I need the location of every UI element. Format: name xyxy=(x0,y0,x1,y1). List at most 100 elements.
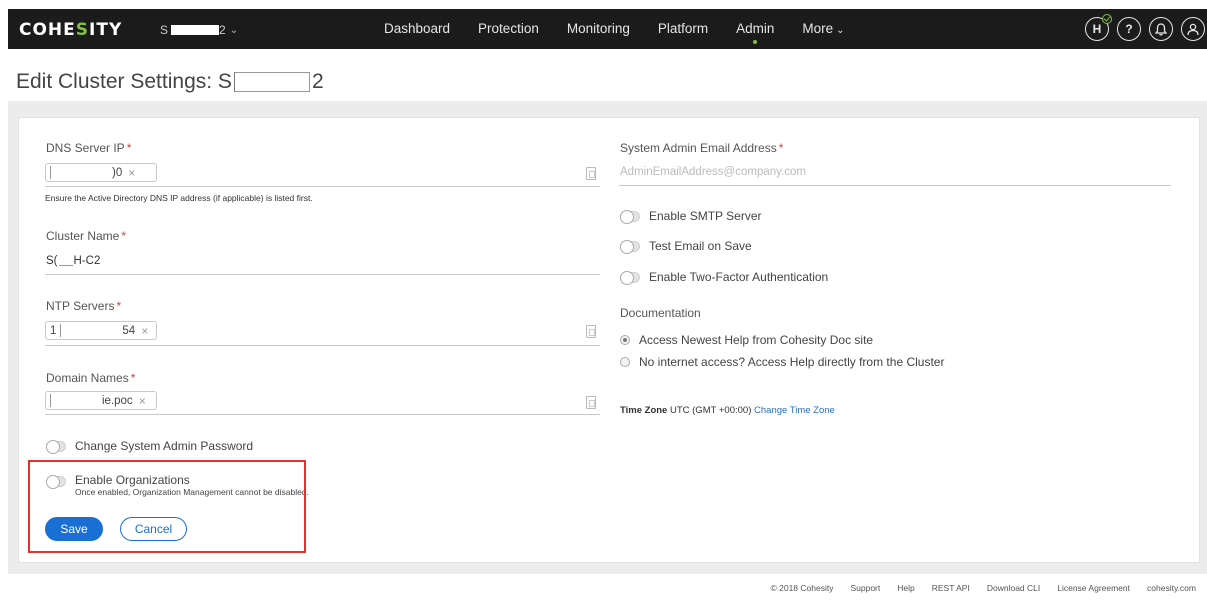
remove-chip-icon[interactable]: × xyxy=(141,324,148,338)
ntp-underline xyxy=(45,345,600,346)
dns-label-text: DNS Server IP xyxy=(46,141,125,155)
footer-copyright: © 2018 Cohesity xyxy=(770,583,834,593)
smtp-toggle[interactable] xyxy=(620,209,640,224)
required-marker: * xyxy=(130,371,136,385)
nav-admin[interactable]: Admin xyxy=(722,9,788,49)
ntp-label: NTP Servers * xyxy=(46,299,121,313)
dns-hint: Ensure the Active Directory DNS IP addre… xyxy=(45,193,313,203)
two-factor-label: Enable Two-Factor Authentication xyxy=(649,270,829,284)
helios-letter: H xyxy=(1092,22,1102,36)
doc-option-label: No internet access? Access Help directly… xyxy=(639,355,945,369)
cluster-name-suffix: 2 xyxy=(219,23,226,37)
nav-more-label: More xyxy=(802,21,834,36)
chevron-down-icon: ⌄ xyxy=(229,24,239,36)
cluster-name-input[interactable]: S( H-C2 xyxy=(46,255,100,267)
ntp-chip[interactable]: 1 54 × xyxy=(45,321,157,340)
footer-help-link[interactable]: Help xyxy=(897,583,914,593)
redacted-block xyxy=(50,394,102,407)
help-icon[interactable]: ? xyxy=(1117,17,1141,41)
notifications-icon[interactable] xyxy=(1149,17,1173,41)
required-marker: * xyxy=(778,141,784,155)
email-underline xyxy=(619,185,1171,186)
dns-chip[interactable]: )0 × xyxy=(45,163,157,182)
ntp-chip-prefix: 1 xyxy=(50,324,57,337)
remove-chip-icon[interactable]: × xyxy=(128,166,135,180)
main-nav: Dashboard Protection Monitoring Platform… xyxy=(370,9,859,49)
annotation-highlight-box xyxy=(28,460,306,553)
cluster-name-underline xyxy=(45,274,600,275)
footer-license-link[interactable]: License Agreement xyxy=(1057,583,1130,593)
change-password-toggle-row[interactable]: Change System Admin Password xyxy=(46,439,254,454)
doc-option-label: Access Newest Help from Cohesity Doc sit… xyxy=(639,333,874,347)
ntp-chip-value: 54 xyxy=(122,324,136,337)
change-timezone-link[interactable]: Change Time Zone xyxy=(754,405,835,416)
footer-cohesity-link[interactable]: cohesity.com xyxy=(1147,583,1196,593)
timezone-label: Time Zone xyxy=(620,405,668,416)
domain-label: Domain Names * xyxy=(46,371,135,385)
nav-dashboard[interactable]: Dashboard xyxy=(370,9,464,49)
required-marker: * xyxy=(116,299,122,313)
two-factor-toggle[interactable] xyxy=(620,270,640,285)
change-password-toggle[interactable] xyxy=(46,439,66,454)
nav-protection[interactable]: Protection xyxy=(464,9,553,49)
check-badge-icon xyxy=(1102,14,1112,24)
redacted-block xyxy=(58,256,73,266)
radio-unselected[interactable] xyxy=(620,357,630,367)
redacted-block xyxy=(60,324,123,337)
doc-option-cluster[interactable]: No internet access? Access Help directly… xyxy=(620,355,944,369)
page-title: Edit Cluster Settings: S 2 xyxy=(16,70,324,94)
cluster-name-suffix: H-C2 xyxy=(73,255,101,267)
footer-download-cli-link[interactable]: Download CLI xyxy=(987,583,1040,593)
helios-icon[interactable]: H xyxy=(1085,14,1112,41)
chevron-down-icon: ⌄ xyxy=(836,25,845,36)
timezone-value: UTC (GMT +00:00) xyxy=(669,405,752,416)
test-email-label: Test Email on Save xyxy=(649,239,752,253)
timezone-row: Time Zone UTC (GMT +00:00) Change Time Z… xyxy=(620,405,835,416)
footer-links: © 2018 Cohesity Support Help REST API Do… xyxy=(771,583,1197,593)
email-label: System Admin Email Address * xyxy=(620,141,783,155)
top-nav-bar: COHESITY S 2 ⌄ Dashboard Protection Moni… xyxy=(8,9,1207,49)
nav-monitoring[interactable]: Monitoring xyxy=(553,9,644,49)
smtp-toggle-row[interactable]: Enable SMTP Server xyxy=(620,209,762,224)
smtp-label: Enable SMTP Server xyxy=(649,209,762,223)
copy-icon[interactable] xyxy=(586,167,596,180)
documentation-label: Documentation xyxy=(620,306,701,320)
cluster-selector[interactable]: S 2 ⌄ xyxy=(160,23,238,37)
cluster-name-label-text: Cluster Name xyxy=(46,229,120,243)
dns-label: DNS Server IP * xyxy=(46,141,131,155)
footer-support-link[interactable]: Support xyxy=(850,583,880,593)
domain-chip[interactable]: ie.poc × xyxy=(45,391,157,410)
user-icon[interactable] xyxy=(1181,17,1205,41)
test-email-toggle[interactable] xyxy=(620,239,640,254)
change-password-label: Change System Admin Password xyxy=(75,439,254,453)
remove-chip-icon[interactable]: × xyxy=(139,394,146,408)
nav-icons: H ? xyxy=(1085,14,1205,41)
redacted-block xyxy=(171,25,220,35)
dns-chip-value: )0 xyxy=(112,166,123,179)
copy-icon[interactable] xyxy=(586,396,596,409)
help-symbol: ? xyxy=(1125,22,1133,36)
page-title-prefix: Edit Cluster Settings: S xyxy=(16,70,232,93)
nav-platform[interactable]: Platform xyxy=(644,9,722,49)
domain-label-text: Domain Names xyxy=(46,371,129,385)
nav-more[interactable]: More ⌄ xyxy=(788,9,858,49)
radio-selected[interactable] xyxy=(620,335,630,345)
copy-icon[interactable] xyxy=(586,325,596,338)
cluster-name-label: Cluster Name * xyxy=(46,229,126,243)
two-factor-toggle-row[interactable]: Enable Two-Factor Authentication xyxy=(620,270,829,285)
email-label-text: System Admin Email Address xyxy=(620,141,777,155)
page-title-suffix: 2 xyxy=(311,70,324,93)
redacted-block xyxy=(50,166,112,179)
cohesity-logo[interactable]: COHESITY xyxy=(19,20,122,40)
redacted-block xyxy=(233,72,310,92)
cluster-name-prefix: S xyxy=(160,23,169,37)
email-input[interactable]: AdminEmailAddress@company.com xyxy=(620,166,806,178)
footer-rest-api-link[interactable]: REST API xyxy=(932,583,970,593)
ntp-label-text: NTP Servers xyxy=(46,299,115,313)
required-marker: * xyxy=(126,141,132,155)
doc-option-cohesity-site[interactable]: Access Newest Help from Cohesity Doc sit… xyxy=(620,333,873,347)
domain-underline xyxy=(45,414,600,415)
cluster-name-prefix: S( xyxy=(46,255,58,267)
required-marker: * xyxy=(121,229,127,243)
test-email-toggle-row[interactable]: Test Email on Save xyxy=(620,239,752,254)
